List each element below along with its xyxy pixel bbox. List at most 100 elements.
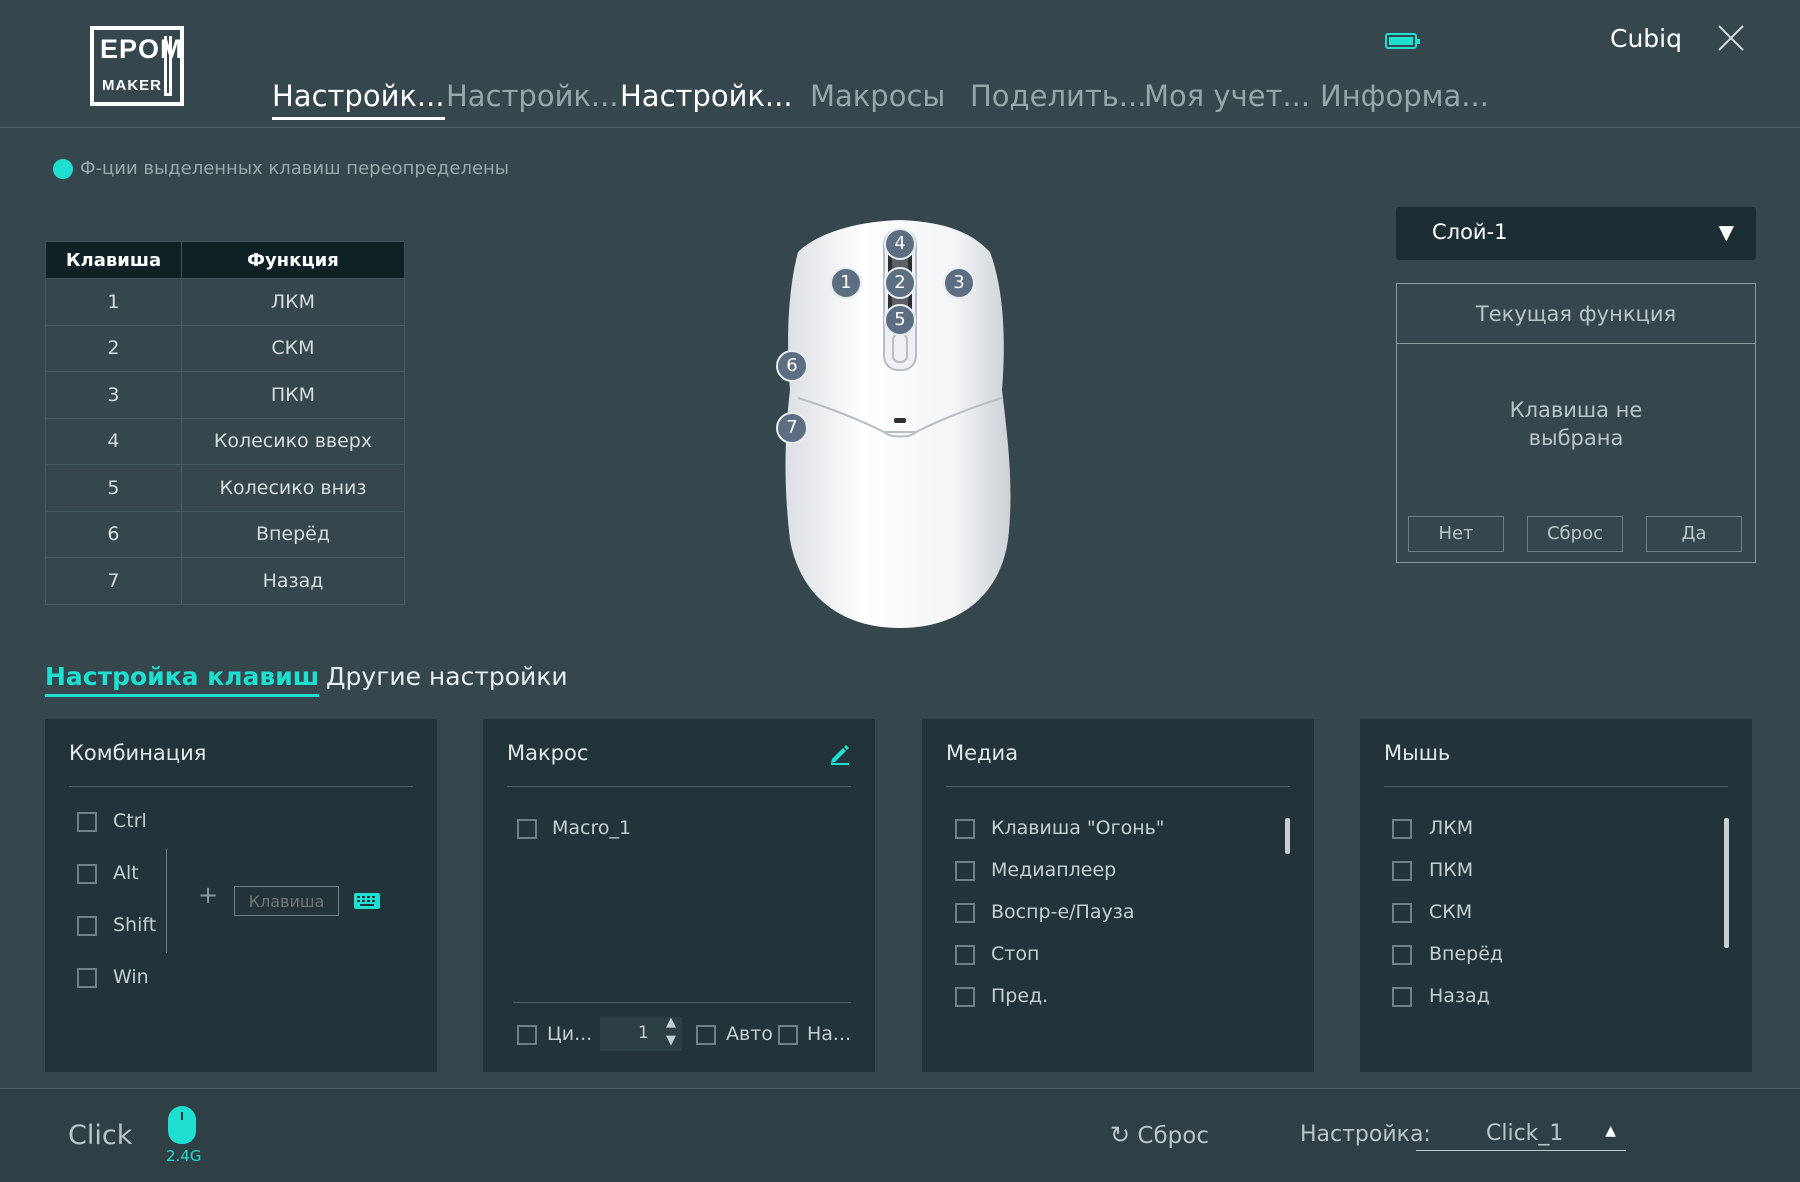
alt-checkbox[interactable] <box>77 864 97 884</box>
panel-divider <box>1384 786 1728 787</box>
current-function-title: Текущая функция <box>1397 284 1755 344</box>
mouse-function-checkbox[interactable] <box>1392 861 1412 881</box>
plus-sign: + <box>198 881 219 909</box>
remapped-indicator-icon <box>53 159 73 179</box>
function-cell: СКМ <box>180 324 406 372</box>
stepper-down-icon[interactable]: ▼ <box>666 1033 676 1048</box>
device-mode-label: Click <box>68 1120 133 1151</box>
table-row[interactable]: 1 ЛКМ <box>45 278 406 326</box>
media-checkbox[interactable] <box>955 945 975 965</box>
mouse-button-6-badge[interactable]: 6 <box>776 350 808 382</box>
epomaker-logo: EPOM MAKER <box>90 26 184 106</box>
media-item-label: Клавиша "Огонь" <box>991 817 1165 839</box>
reset-function-button[interactable]: Сброс <box>1527 516 1623 552</box>
table-row[interactable]: 4 Колесико вверх <box>45 417 406 465</box>
table-row[interactable]: 6 Вперёд <box>45 510 406 558</box>
tab-share[interactable]: Поделить... <box>970 78 1146 114</box>
key-function-table: Клавиша Функция 1 ЛКМ 2 СКМ 3 ПКМ 4 Колесико… <box>45 241 406 605</box>
ctrl-label: Ctrl <box>113 810 147 832</box>
wireless-mouse-icon <box>168 1106 196 1144</box>
media-scrollbar[interactable] <box>1285 818 1290 854</box>
panel-divider <box>507 786 851 787</box>
mouse-function-label: СКМ <box>1429 901 1473 923</box>
key-cell: 7 <box>45 557 182 605</box>
caret-up-icon: ▲ <box>1605 1123 1616 1139</box>
press-label: На... <box>807 1023 852 1045</box>
media-checkbox[interactable] <box>955 903 975 923</box>
shift-checkbox[interactable] <box>77 916 97 936</box>
mouse-function-checkbox[interactable] <box>1392 987 1412 1007</box>
edit-icon[interactable] <box>829 743 851 769</box>
battery-icon <box>1385 33 1420 49</box>
media-item-label: Пред. <box>991 985 1049 1007</box>
tab-key-settings[interactable]: Настройк... <box>272 78 445 120</box>
key-cell: 3 <box>45 371 182 419</box>
mouse-function-label: Вперёд <box>1429 943 1504 965</box>
shift-label: Shift <box>113 914 157 936</box>
auto-checkbox[interactable] <box>696 1025 716 1045</box>
mouse-function-checkbox[interactable] <box>1392 819 1412 839</box>
reset-button[interactable]: ↻ Сброс <box>1110 1121 1209 1149</box>
logo-text-bottom: MAKER <box>102 77 162 94</box>
tab-account[interactable]: Моя учет... <box>1144 78 1310 114</box>
layer-dropdown[interactable]: Слой-1 ▼ <box>1396 207 1756 260</box>
function-cell: ЛКМ <box>180 278 406 326</box>
message-line-1: Клавиша не <box>1509 398 1643 422</box>
ctrl-checkbox[interactable] <box>77 812 97 832</box>
cycle-checkbox[interactable] <box>517 1025 537 1045</box>
function-cell: Вперёд <box>180 510 406 558</box>
table-row[interactable]: 3 ПКМ <box>45 371 406 419</box>
close-icon[interactable] <box>1716 24 1746 54</box>
media-item-label: Воспр-е/Пауза <box>991 901 1135 923</box>
table-row[interactable]: 2 СКМ <box>45 324 406 372</box>
cancel-button[interactable]: Нет <box>1408 516 1504 552</box>
panel-divider <box>69 786 413 787</box>
macro-checkbox[interactable] <box>517 819 537 839</box>
profile-label: Настройка: <box>1300 1122 1431 1147</box>
connection-type: 2.4G <box>166 1147 202 1165</box>
win-checkbox[interactable] <box>77 968 97 988</box>
tab-info[interactable]: Информа... <box>1320 78 1489 114</box>
tab-settings-2[interactable]: Настройк... <box>446 78 619 114</box>
table-row[interactable]: 7 Назад <box>45 557 406 605</box>
media-checkbox[interactable] <box>955 861 975 881</box>
profile-dropdown[interactable]: Click_1 ▲ <box>1416 1117 1626 1151</box>
function-cell: ПКМ <box>180 371 406 419</box>
chevron-down-icon: ▼ <box>1718 220 1734 244</box>
mouse-function-checkbox[interactable] <box>1392 903 1412 923</box>
table-row[interactable]: 5 Колесико вниз <box>45 464 406 512</box>
mouse-button-1-badge[interactable]: 1 <box>830 267 862 299</box>
mouse-button-5-badge[interactable]: 5 <box>884 304 916 336</box>
mouse-button-4-badge[interactable]: 4 <box>884 228 916 260</box>
repeat-count-value: 1 <box>638 1023 649 1043</box>
mouse-function-label: Назад <box>1429 985 1490 1007</box>
keyboard-icon[interactable] <box>353 892 381 914</box>
reset-label: Сброс <box>1137 1123 1209 1149</box>
mouse-illustration: 1 2 3 4 5 6 7 <box>776 210 1020 640</box>
mouse-function-checkbox[interactable] <box>1392 945 1412 965</box>
cycle-label: Ци... <box>547 1023 593 1045</box>
tab-key-assignment[interactable]: Настройка клавиш <box>45 662 320 697</box>
mouse-button-7-badge[interactable]: 7 <box>776 412 808 444</box>
mouse-button-3-badge[interactable]: 3 <box>943 267 975 299</box>
media-checkbox[interactable] <box>955 987 975 1007</box>
refresh-icon: ↻ <box>1110 1121 1131 1149</box>
press-checkbox[interactable] <box>778 1025 798 1045</box>
media-title: Медиа <box>946 741 1019 765</box>
combination-panel: Комбинация Ctrl Alt Shift Win + <box>45 719 437 1072</box>
table-header-key: Клавиша <box>45 241 182 279</box>
key-input[interactable] <box>234 886 339 916</box>
mouse-button-2-badge[interactable]: 2 <box>884 267 916 299</box>
tab-macros[interactable]: Макросы <box>810 78 945 114</box>
modifier-divider <box>166 849 167 953</box>
key-cell: 6 <box>45 510 182 558</box>
mouse-functions-scrollbar[interactable] <box>1724 818 1729 948</box>
media-checkbox[interactable] <box>955 819 975 839</box>
stepper-up-icon[interactable]: ▲ <box>666 1015 676 1030</box>
tab-settings-3[interactable]: Настройк... <box>620 78 793 114</box>
key-cell: 4 <box>45 417 182 465</box>
confirm-button[interactable]: Да <box>1646 516 1742 552</box>
macro-panel: Макрос Macro_1 Ци... 1 ▲ ▼ Авто На... <box>483 719 875 1072</box>
repeat-count-stepper[interactable]: 1 ▲ ▼ <box>600 1015 682 1051</box>
tab-other-settings[interactable]: Другие настройки <box>326 662 568 691</box>
